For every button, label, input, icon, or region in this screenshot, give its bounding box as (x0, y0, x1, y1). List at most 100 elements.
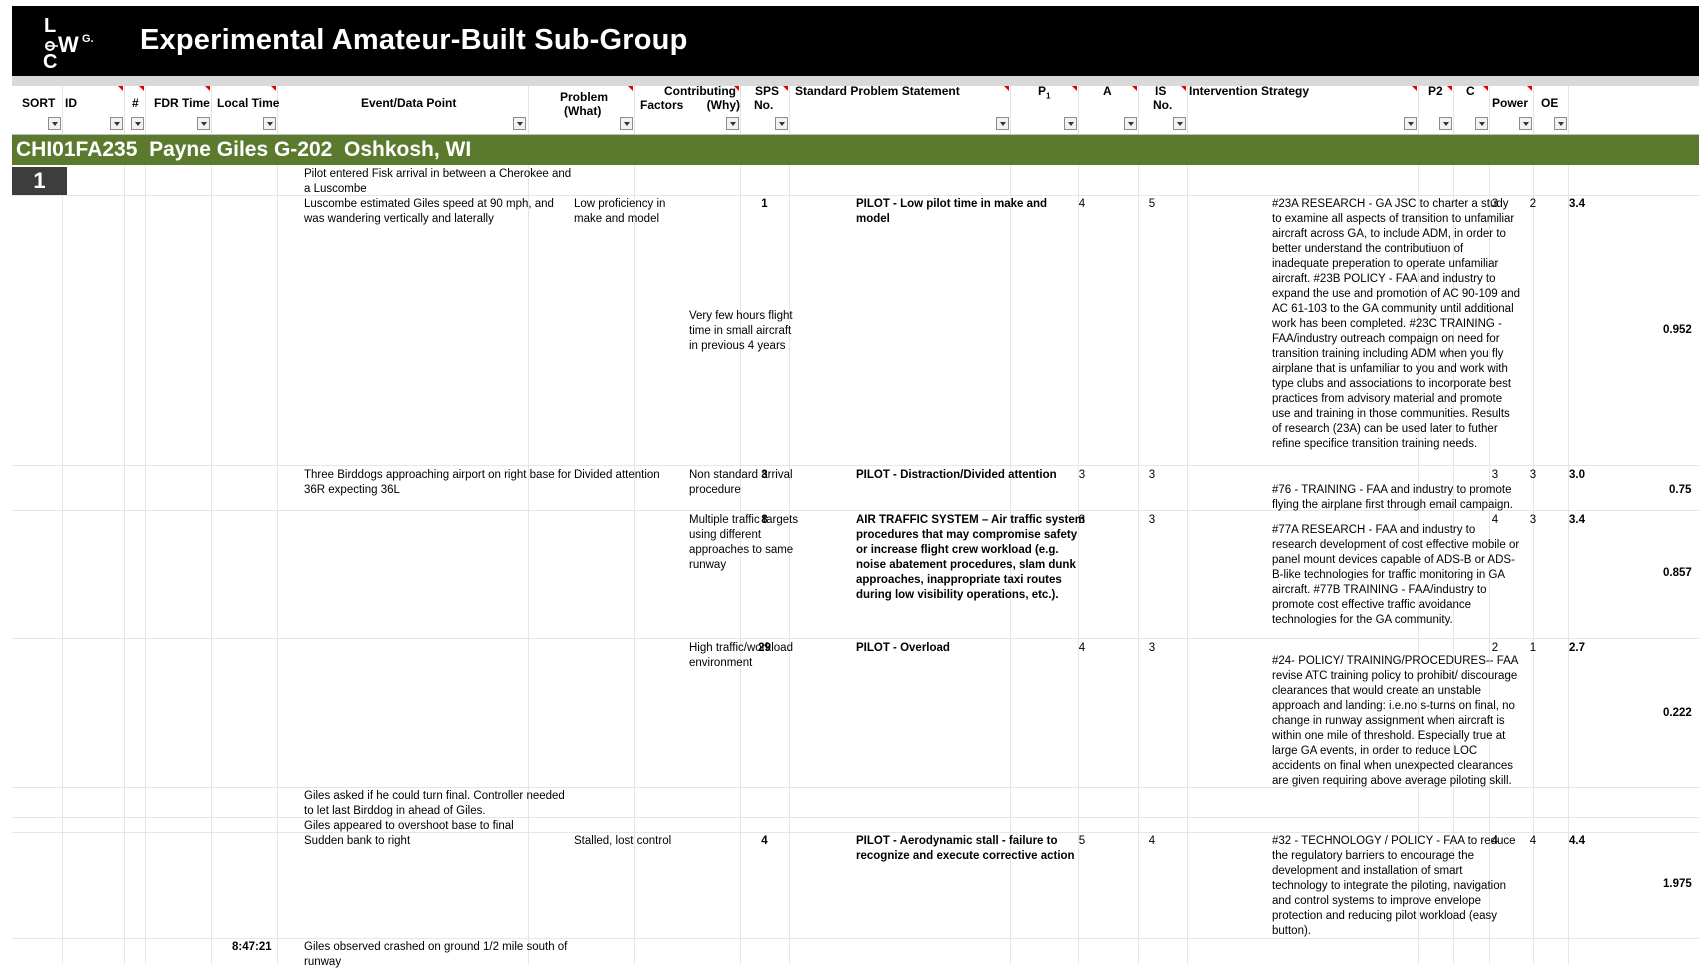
filter-dropdown-icon[interactable] (1173, 117, 1186, 130)
col-event[interactable]: Event/Data Point (277, 86, 528, 134)
table-row-event[interactable]: Giles appeared to overshoot base to fina… (304, 819, 514, 834)
table-row-oe[interactable]: 1.975 (1663, 877, 1692, 892)
table-row-intervention[interactable]: #24- POLICY/ TRAINING/PROCEDURES-- FAA r… (1272, 654, 1518, 789)
table-row-oe[interactable]: 0.222 (1663, 706, 1692, 721)
table-row-event[interactable]: Giles observed crashed on ground 1/2 mil… (304, 940, 567, 970)
col-power[interactable]: Power (1489, 86, 1533, 134)
filter-dropdown-icon[interactable] (1439, 117, 1452, 130)
table-row-a[interactable]: 3 (1132, 513, 1172, 528)
col-sps-label: SPS (755, 84, 780, 98)
col-local-time[interactable]: Local Time (211, 86, 279, 134)
table-row-power[interactable]: 3.4 (1557, 513, 1597, 528)
filter-dropdown-icon[interactable] (110, 117, 123, 130)
table-row-oe[interactable]: 0.952 (1663, 323, 1692, 338)
filter-dropdown-icon[interactable] (131, 117, 144, 130)
table-row-a[interactable]: 3 (1132, 468, 1172, 483)
table-row-oe[interactable]: 0.75 (1669, 483, 1691, 498)
table-row-local-time[interactable]: 8:47:21 (232, 940, 272, 955)
table-row-problem[interactable]: Divided attention (574, 468, 660, 483)
filter-dropdown-icon[interactable] (1475, 117, 1488, 130)
filter-dropdown-icon[interactable] (197, 117, 210, 130)
filter-dropdown-icon[interactable] (513, 117, 526, 130)
col-sort[interactable]: SORT (12, 86, 62, 134)
table-row-power[interactable]: 2.7 (1557, 641, 1597, 656)
col-oe[interactable]: OE (1533, 86, 1568, 134)
table-row-statement[interactable]: PILOT - Aerodynamic stall - failure to r… (856, 834, 1075, 864)
table-row-p1[interactable]: 4 (1062, 197, 1102, 212)
table-row-power[interactable]: 3.4 (1557, 197, 1597, 212)
filter-dropdown-icon[interactable] (1519, 117, 1532, 130)
comment-indicator-icon (1072, 86, 1077, 91)
table-row-sps[interactable]: 4 (742, 834, 787, 849)
table-row-c[interactable]: 1 (1519, 641, 1547, 656)
table-row-sps[interactable]: 8 (742, 513, 787, 528)
table-row-sps[interactable]: 1 (742, 197, 787, 212)
filter-dropdown-icon[interactable] (775, 117, 788, 130)
table-row-oe[interactable]: 0.857 (1663, 566, 1692, 581)
sort-number-cell[interactable]: 1 (12, 167, 67, 195)
table-row-p2[interactable]: 4 (1481, 513, 1509, 528)
filter-dropdown-icon[interactable] (48, 117, 61, 130)
table-row-p1[interactable]: 4 (1062, 641, 1102, 656)
table-row-event[interactable]: Pilot entered Fisk arrival in between a … (304, 167, 571, 197)
table-row-power[interactable]: 4.4 (1557, 834, 1597, 849)
col-fdr-time[interactable]: FDR Time (145, 86, 211, 134)
table-row-event[interactable]: Three Birddogs approaching airport on ri… (304, 468, 571, 498)
table-row-statement[interactable]: AIR TRAFFIC SYSTEM – Air traffic system … (856, 513, 1085, 603)
filter-dropdown-icon[interactable] (1064, 117, 1077, 130)
col-id[interactable]: ID (62, 86, 124, 134)
table-row-statement[interactable]: PILOT - Distraction/Divided attention (856, 468, 1057, 483)
col-p1[interactable]: P1 (1010, 84, 1078, 134)
table-row-problem[interactable]: Stalled, lost control (574, 834, 671, 849)
table-row-event[interactable]: Giles asked if he could turn final. Cont… (304, 789, 565, 819)
comment-indicator-icon (139, 86, 144, 91)
table-row-power[interactable]: 3.0 (1557, 468, 1597, 483)
filter-dropdown-icon[interactable] (1554, 117, 1567, 130)
col-sps[interactable]: SPS No. (740, 84, 789, 134)
col-power-label: Power (1492, 96, 1529, 110)
table-row-c[interactable]: 3 (1519, 468, 1547, 483)
filter-dropdown-icon[interactable] (1124, 117, 1137, 130)
table-row-event[interactable]: Luscombe estimated Giles speed at 90 mph… (304, 197, 554, 227)
col-number[interactable]: # (124, 86, 145, 134)
table-row-p2[interactable]: 4 (1481, 834, 1509, 849)
table-row-p1[interactable]: 5 (1062, 834, 1102, 849)
table-row-c[interactable]: 3 (1519, 513, 1547, 528)
table-row-event[interactable]: Sudden bank to right (304, 834, 410, 849)
filter-dropdown-icon[interactable] (620, 117, 633, 130)
col-standard-problem[interactable]: Standard Problem Statement (789, 84, 1010, 134)
table-row-p1[interactable]: 3 (1062, 468, 1102, 483)
table-row-intervention[interactable]: #76 - TRAINING - FAA and industry to pro… (1272, 483, 1513, 513)
col-problem[interactable]: Problem (What) (528, 86, 634, 134)
table-row-intervention[interactable]: #23A RESEARCH - GA JSC to charter a stud… (1272, 197, 1520, 452)
col-contributing[interactable]: Contributing Factors (Why) (634, 84, 740, 134)
table-row-p2[interactable]: 2 (1481, 641, 1509, 656)
table-row-c[interactable]: 4 (1519, 834, 1547, 849)
table-row-sps[interactable]: 29 (742, 641, 787, 656)
table-row-a[interactable]: 3 (1132, 641, 1172, 656)
table-row-contributing[interactable]: Very few hours flight time in small airc… (689, 309, 793, 354)
table-row-problem[interactable]: Low proficiency in make and model (574, 197, 665, 227)
col-p2[interactable]: P2 (1418, 84, 1453, 134)
col-intervention[interactable]: Intervention Strategy (1187, 84, 1418, 134)
table-row-sps[interactable]: 3 (742, 468, 787, 483)
col-a[interactable]: A (1078, 84, 1138, 134)
col-c[interactable]: C (1453, 84, 1489, 134)
filter-dropdown-icon[interactable] (1404, 117, 1417, 130)
filter-dropdown-icon[interactable] (726, 117, 739, 130)
table-row-statement[interactable]: PILOT - Overload (856, 641, 950, 656)
table-row-intervention[interactable]: #77A RESEARCH - FAA and industry to rese… (1272, 523, 1519, 628)
table-row-p2[interactable]: 3 (1481, 468, 1509, 483)
col-problem-label-2: (What) (564, 104, 602, 118)
table-row-a[interactable]: 5 (1132, 197, 1172, 212)
table-row-c[interactable]: 2 (1519, 197, 1547, 212)
filter-dropdown-icon[interactable] (263, 117, 276, 130)
col-c-label: C (1466, 84, 1475, 98)
table-row-intervention[interactable]: #32 - TECHNOLOGY / POLICY - FAA to reduc… (1272, 834, 1516, 939)
table-row-p2[interactable]: 3 (1481, 197, 1509, 212)
col-is[interactable]: IS No. (1138, 84, 1187, 134)
filter-dropdown-icon[interactable] (996, 117, 1009, 130)
table-row-p1[interactable]: 3 (1062, 513, 1102, 528)
table-row-statement[interactable]: PILOT - Low pilot time in make and model (856, 197, 1047, 227)
table-row-a[interactable]: 4 (1132, 834, 1172, 849)
